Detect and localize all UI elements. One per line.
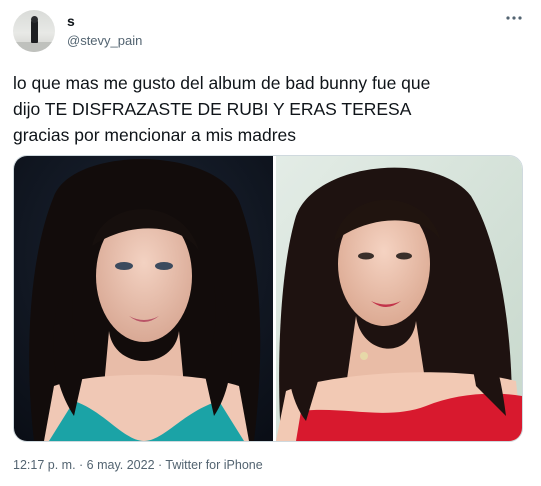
tweet-time[interactable]: 12:17 p. m. <box>13 458 76 472</box>
more-options-icon <box>506 16 522 20</box>
tweet-text-line: gracias por mencionar a mis madres <box>13 125 297 145</box>
avatar[interactable] <box>13 10 55 52</box>
meta-separator: · <box>154 458 166 472</box>
tweet-text-line: lo que mas me gusto del album de bad bun… <box>13 73 431 93</box>
tweet-text-line: dijo TE DISFRAZASTE DE RUBI Y ERAS TERES… <box>13 99 412 119</box>
tweet-source[interactable]: Twitter for iPhone <box>165 458 262 472</box>
media-grid <box>13 155 523 442</box>
tweet-text: lo que mas me gusto del album de bad bun… <box>13 70 533 148</box>
avatar-floor <box>13 42 55 52</box>
photo-right-image <box>276 156 522 441</box>
more-options-button[interactable] <box>503 10 525 26</box>
tweet-metadata: 12:17 p. m. · 6 may. 2022 · Twitter for … <box>13 458 263 472</box>
photo-left[interactable] <box>14 156 276 441</box>
display-name[interactable]: s <box>67 13 75 29</box>
avatar-figure-head <box>31 16 38 23</box>
meta-separator: · <box>75 458 87 472</box>
tweet-date[interactable]: 6 may. 2022 <box>87 458 155 472</box>
tweet-card: s @stevy_pain lo que mas me gusto del al… <box>0 0 541 486</box>
photo-left-image <box>14 156 273 441</box>
user-handle[interactable]: @stevy_pain <box>67 33 142 48</box>
photo-right[interactable] <box>276 156 522 441</box>
